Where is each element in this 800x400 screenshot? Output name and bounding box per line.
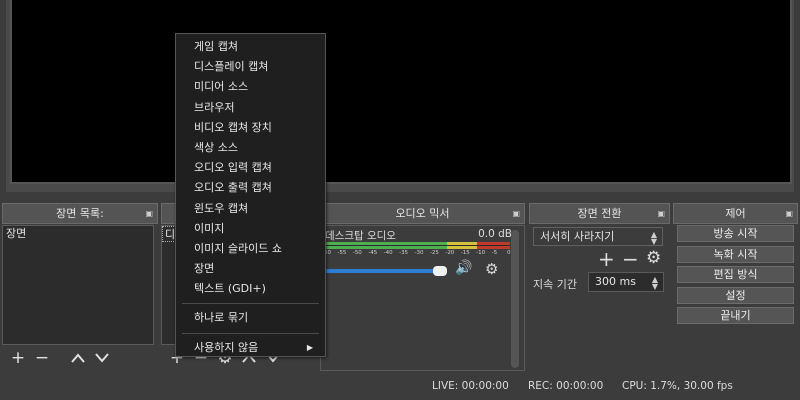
obs-main-window: 장면 목록: ▣ ▣ 오디오 믹서 ▣ 장면 전환 ▣ 제어 ▣ 장면 + − … xyxy=(0,0,800,400)
menu-item-image[interactable]: 이미지 xyxy=(176,219,325,239)
rec-status: REC: 00:00:00 xyxy=(528,380,604,392)
meter-scale-label: -55 xyxy=(337,250,347,256)
menu-item-deprecated-label: 사용하지 않음 xyxy=(194,340,259,354)
mixer-dock-title-label: 오디오 믹서 xyxy=(395,207,450,220)
settings-button[interactable]: 설정 xyxy=(677,287,794,304)
gear-icon[interactable]: ⚙ xyxy=(485,260,498,278)
chevron-updown-icon: ▲ ▼ xyxy=(650,230,658,246)
list-item[interactable]: 장면 xyxy=(3,226,153,242)
mixer-track-name: 데스크탑 오디오 xyxy=(325,230,396,242)
add-source-context-menu: 게임 캡쳐 디스플레이 캡쳐 미디어 소스 브라우저 비디오 캡쳐 장치 색상 … xyxy=(175,33,326,357)
start-streaming-button[interactable]: 방송 시작 xyxy=(677,225,794,242)
menu-item-audio-input-capture[interactable]: 오디오 입력 캡쳐 xyxy=(176,158,325,178)
meter-scale-label: 0 xyxy=(507,250,511,256)
speaker-icon[interactable]: 🔊 xyxy=(455,260,472,276)
chevron-down-icon[interactable] xyxy=(92,348,112,368)
volume-slider-fill xyxy=(325,269,435,273)
plus-icon[interactable]: + xyxy=(598,247,615,271)
preview-canvas[interactable] xyxy=(10,0,792,184)
start-recording-button[interactable]: 녹화 시작 xyxy=(677,246,794,263)
menu-separator xyxy=(182,303,319,305)
meter-scale-label: -15 xyxy=(460,250,470,256)
transitions-dock-title-label: 장면 전환 xyxy=(577,207,622,220)
menu-item-video-capture-device[interactable]: 비디오 캡쳐 장치 xyxy=(176,118,325,138)
float-dock-icon[interactable]: ▣ xyxy=(657,204,665,223)
meter-scale: -60 -55 -50 -45 -40 -35 -30 -25 -20 -15 -10 -5 0 xyxy=(322,250,513,258)
menu-item-group[interactable]: 하나로 묶기 xyxy=(176,308,325,328)
duration-value: 300 ms xyxy=(595,275,636,288)
meter-scale-label: -40 xyxy=(383,250,393,256)
meter-scale-label: -35 xyxy=(399,250,409,256)
menu-item-game-capture[interactable]: 게임 캡쳐 xyxy=(176,37,325,57)
mixer-track-level: 0.0 dB xyxy=(478,228,512,240)
menu-item-scene[interactable]: 장면 xyxy=(176,259,325,279)
list-item[interactable]: 디 xyxy=(162,226,176,242)
float-dock-icon[interactable]: ▣ xyxy=(145,204,153,223)
float-dock-icon[interactable]: ▣ xyxy=(785,204,793,223)
cpu-status: CPU: 1.7%, 30.00 fps xyxy=(622,380,733,392)
meter-scale-label: -25 xyxy=(429,250,439,256)
transition-select-value: 서서히 사라지기 xyxy=(540,230,615,243)
audio-meter xyxy=(325,242,510,249)
menu-separator xyxy=(182,332,319,334)
spin-arrows-icon[interactable]: ▲ ▼ xyxy=(649,276,661,291)
menu-item-text-gdi[interactable]: 텍스트 (GDI+) xyxy=(176,279,325,299)
mixer-dock-title: 오디오 믹서 ▣ xyxy=(320,203,525,224)
live-status: LIVE: 00:00:00 xyxy=(432,380,509,392)
menu-item-audio-output-capture[interactable]: 오디오 출력 캡쳐 xyxy=(176,178,325,198)
mixer-scrollbar[interactable] xyxy=(511,230,519,368)
volume-slider-handle[interactable] xyxy=(433,266,447,276)
scenes-toolbar: + − xyxy=(2,346,157,370)
studio-mode-button[interactable]: 편집 방식 xyxy=(677,266,794,283)
chevron-up-icon[interactable] xyxy=(68,348,88,368)
submenu-arrow-icon: ▶ xyxy=(306,342,313,352)
duration-label: 지속 기간 xyxy=(533,278,577,291)
menu-item-display-capture[interactable]: 디스플레이 캡쳐 xyxy=(176,57,325,77)
transitions-dock-title: 장면 전환 ▣ xyxy=(529,203,670,224)
meter-scale-label: -30 xyxy=(414,250,424,256)
transition-select[interactable]: 서서히 사라지기 ▲ ▼ xyxy=(533,227,663,246)
menu-item-image-slide-show[interactable]: 이미지 슬라이드 쇼 xyxy=(176,239,325,259)
menu-item-browser[interactable]: 브라우저 xyxy=(176,98,325,118)
gear-icon[interactable]: ⚙ xyxy=(646,248,661,268)
minus-icon[interactable]: − xyxy=(32,348,52,368)
duration-input[interactable]: 300 ms ▲ ▼ xyxy=(588,272,664,292)
meter-scale-label: -10 xyxy=(476,250,486,256)
scenes-list[interactable]: 장면 xyxy=(2,225,154,345)
menu-item-deprecated[interactable]: 사용하지 않음 ▶ xyxy=(176,338,325,358)
scenes-dock-title: 장면 목록: ▣ xyxy=(2,203,158,224)
controls-dock-title-label: 제어 xyxy=(725,207,746,220)
menu-item-color-source[interactable]: 색상 소스 xyxy=(176,138,325,158)
menu-item-window-capture[interactable]: 윈도우 캡쳐 xyxy=(176,199,325,219)
minus-icon[interactable]: − xyxy=(622,247,639,271)
float-dock-icon[interactable]: ▣ xyxy=(512,204,520,223)
meter-scale-label: -5 xyxy=(491,250,498,256)
exit-button[interactable]: 끝내기 xyxy=(677,307,794,324)
controls-dock-title: 제어 ▣ xyxy=(673,203,798,224)
meter-scale-label: -50 xyxy=(352,250,362,256)
scenes-dock-title-label: 장면 목록: xyxy=(56,207,104,220)
plus-icon[interactable]: + xyxy=(8,348,28,368)
audio-mixer-panel: 데스크탑 오디오 0.0 dB -60 -55 -50 -45 -40 -35 -30 -25… xyxy=(320,225,525,371)
menu-item-media-source[interactable]: 미디어 소스 xyxy=(176,77,325,97)
meter-scale-label: -45 xyxy=(368,250,378,256)
meter-scale-label: -20 xyxy=(445,250,455,256)
